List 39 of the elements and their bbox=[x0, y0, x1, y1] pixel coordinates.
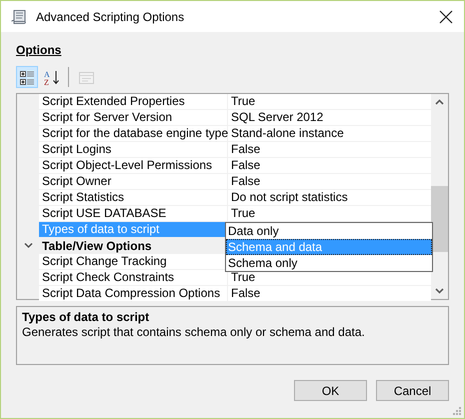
category-label: Table/View Options bbox=[41, 238, 152, 254]
property-value[interactable]: True bbox=[228, 206, 431, 222]
property-name[interactable]: Script Change Tracking bbox=[39, 254, 228, 270]
property-value[interactable]: Do not script statistics bbox=[228, 190, 431, 206]
property-value[interactable]: False bbox=[228, 174, 431, 190]
property-name[interactable]: Script Logins bbox=[39, 142, 228, 158]
property-value[interactable]: False bbox=[228, 286, 431, 302]
scroll-up-icon[interactable] bbox=[435, 99, 444, 105]
property-name[interactable]: Script for the database engine type bbox=[39, 126, 228, 142]
scroll-down-icon[interactable] bbox=[435, 288, 444, 294]
ok-button[interactable]: OK bbox=[294, 380, 367, 401]
property-name[interactable]: Script Statistics bbox=[39, 190, 228, 206]
collapse-chevron-icon[interactable] bbox=[24, 242, 32, 250]
dropdown-list[interactable]: Data only Schema and data Schema only bbox=[225, 222, 433, 272]
categorized-list-button[interactable] bbox=[16, 66, 38, 88]
close-icon[interactable] bbox=[439, 10, 453, 24]
property-value[interactable]: False bbox=[228, 158, 431, 174]
property-name[interactable]: Script Owner bbox=[39, 174, 228, 190]
property-value[interactable]: Stand-alone instance bbox=[228, 126, 431, 142]
property-name[interactable]: Script for Server Version bbox=[39, 110, 228, 126]
scroll-thumb[interactable] bbox=[431, 186, 448, 252]
dropdown-option[interactable]: Schema only bbox=[226, 255, 432, 271]
property-name[interactable]: Script Data Compression Options bbox=[39, 286, 228, 302]
description-text: Generates script that contains schema only or schema and data. bbox=[22, 325, 365, 340]
property-value[interactable]: False bbox=[228, 142, 431, 158]
section-label: Options bbox=[16, 43, 62, 58]
property-name[interactable]: Script Extended Properties bbox=[39, 94, 228, 110]
dropdown-option[interactable]: Data only bbox=[226, 223, 432, 239]
property-value[interactable]: True bbox=[228, 94, 431, 110]
property-name[interactable]: Script Object-Level Permissions bbox=[39, 158, 228, 174]
scroll-icon bbox=[10, 8, 28, 26]
categorized-list-icon bbox=[18, 68, 36, 86]
cancel-button[interactable]: Cancel bbox=[376, 380, 449, 401]
resize-grip-icon[interactable] bbox=[453, 407, 461, 415]
property-name[interactable]: Script USE DATABASE bbox=[39, 206, 228, 222]
description-title: Types of data to script bbox=[22, 310, 150, 325]
window-title: Advanced Scripting Options bbox=[36, 10, 186, 24]
property-value[interactable]: SQL Server 2012 bbox=[228, 110, 431, 126]
property-name[interactable]: Script Check Constraints bbox=[39, 270, 228, 286]
